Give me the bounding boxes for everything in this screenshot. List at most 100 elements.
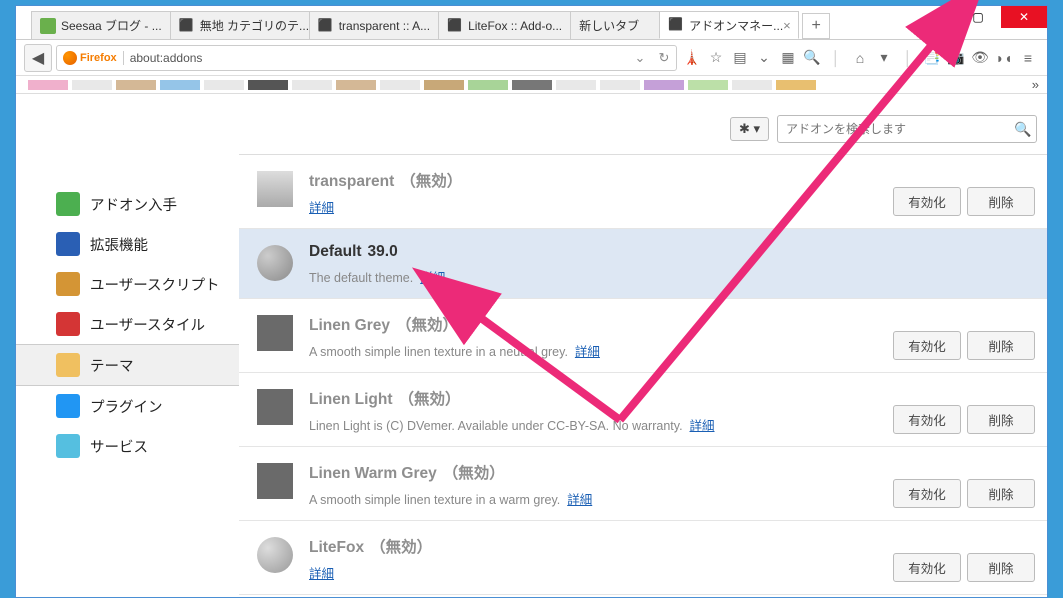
- favicon-seesaa: [40, 18, 56, 34]
- remove-button[interactable]: 削除: [967, 479, 1035, 508]
- eye-icon[interactable]: 👁: [969, 47, 991, 69]
- tab-0[interactable]: Seesaa ブログ - ...: [31, 11, 171, 39]
- search-icon[interactable]: 🔍: [1010, 121, 1036, 138]
- theme-status: （無効）: [396, 313, 458, 335]
- details-link[interactable]: 詳細: [309, 201, 334, 215]
- details-link[interactable]: 詳細: [420, 271, 445, 285]
- bookmark-17[interactable]: [776, 80, 816, 90]
- theme-item[interactable]: LiteFox（無効）詳細有効化削除: [239, 521, 1047, 595]
- bookmark-9[interactable]: [424, 80, 464, 90]
- category-icon: [56, 192, 80, 216]
- bookmark-12[interactable]: [556, 80, 596, 90]
- reload-icon[interactable]: ↻: [652, 50, 676, 66]
- tab-close-icon[interactable]: ×: [783, 18, 791, 33]
- remove-button[interactable]: 削除: [967, 553, 1035, 582]
- down-icon[interactable]: ▾: [873, 47, 895, 69]
- bookmark-4[interactable]: [204, 80, 244, 90]
- enable-button[interactable]: 有効化: [893, 405, 961, 434]
- url-input[interactable]: [124, 51, 628, 65]
- enable-button[interactable]: 有効化: [893, 479, 961, 508]
- theme-name: Linen Warm Grey: [309, 465, 437, 483]
- theme-name: Default: [309, 243, 362, 261]
- home-icon[interactable]: ⌂: [849, 47, 871, 69]
- enable-button[interactable]: 有効化: [893, 553, 961, 582]
- theme-buttons: 有効化削除: [893, 535, 1035, 582]
- mask-icon[interactable]: ◗◖: [993, 47, 1015, 69]
- tab-3[interactable]: ⬛LiteFox :: Add-o...: [438, 11, 571, 39]
- remove-button[interactable]: 削除: [967, 187, 1035, 216]
- theme-thumbnail: [257, 463, 293, 499]
- tab-5[interactable]: ⬛アドオンマネー...×: [659, 11, 799, 39]
- bookmark-10[interactable]: [468, 80, 508, 90]
- firefox-icon: [63, 51, 77, 65]
- remove-button[interactable]: 削除: [967, 405, 1035, 434]
- star-icon[interactable]: ☆: [705, 47, 727, 69]
- back-button[interactable]: ◀: [24, 44, 52, 72]
- grid-icon[interactable]: ▦: [777, 47, 799, 69]
- theme-item[interactable]: Linen Light（無効）Linen Light is (C) DVemer…: [239, 373, 1047, 447]
- bookmark-14[interactable]: [644, 80, 684, 90]
- camera-icon[interactable]: 📷: [945, 47, 967, 69]
- tools-menu-button[interactable]: ✱ ▾: [730, 117, 769, 141]
- category-pl[interactable]: プラグイン: [16, 386, 239, 426]
- theme-item[interactable]: Linen Grey（無効）A smooth simple linen text…: [239, 299, 1047, 373]
- bookmark-7[interactable]: [336, 80, 376, 90]
- theme-item[interactable]: Default39.0The default theme. 詳細: [239, 229, 1047, 299]
- theme-item[interactable]: Linen Warm Grey（無効）A smooth simple linen…: [239, 447, 1047, 521]
- bookmark-15[interactable]: [688, 80, 728, 90]
- details-link[interactable]: 詳細: [309, 567, 334, 581]
- bookmark-8[interactable]: [380, 80, 420, 90]
- category-th[interactable]: テーマ: [16, 344, 239, 386]
- category-st[interactable]: ユーザースタイル: [16, 304, 239, 344]
- details-link[interactable]: 詳細: [567, 493, 592, 507]
- dropmarker-icon[interactable]: ⌄: [628, 50, 652, 66]
- bookmarks-overflow-icon[interactable]: »: [1032, 77, 1039, 92]
- details-link[interactable]: 詳細: [575, 345, 600, 359]
- close-button[interactable]: ✕: [1001, 6, 1047, 28]
- window-controls: — ▢ ✕: [909, 6, 1047, 28]
- minimize-button[interactable]: —: [909, 6, 955, 28]
- category-us[interactable]: ユーザースクリプト: [16, 264, 239, 304]
- pocket-icon[interactable]: ⌄: [753, 47, 775, 69]
- enable-button[interactable]: 有効化: [893, 331, 961, 360]
- theme-info: Default39.0The default theme. 詳細: [309, 243, 1035, 286]
- details-link[interactable]: 詳細: [690, 419, 715, 433]
- url-bar[interactable]: Firefox ⌄ ↻: [56, 45, 677, 71]
- new-tab-button[interactable]: +: [802, 13, 830, 39]
- puzzle-icon: ⬛: [447, 18, 463, 34]
- bookmark-1[interactable]: [72, 80, 112, 90]
- theme-item[interactable]: transparent（無効）詳細有効化削除: [239, 155, 1047, 229]
- book2-icon[interactable]: 📑: [921, 47, 943, 69]
- addons-page: アドオン入手拡張機能ユーザースクリプトユーザースタイルテーマプラグインサービス …: [16, 94, 1047, 597]
- theme-buttons: 有効化削除: [893, 387, 1035, 434]
- bookmark-3[interactable]: [160, 80, 200, 90]
- bookmark-6[interactable]: [292, 80, 332, 90]
- bookmark-13[interactable]: [600, 80, 640, 90]
- bookmark-11[interactable]: [512, 80, 552, 90]
- tab-1[interactable]: ⬛無地 カテゴリのテ...: [170, 11, 310, 39]
- menu-icon[interactable]: ≡: [1017, 47, 1039, 69]
- addon-search-box[interactable]: 🔍: [777, 115, 1037, 143]
- category-ext[interactable]: 拡張機能: [16, 224, 239, 264]
- category-sv[interactable]: サービス: [16, 426, 239, 466]
- category-icon: [56, 394, 80, 418]
- theme-name: transparent: [309, 173, 394, 191]
- rss-icon[interactable]: 🗼: [681, 47, 703, 69]
- enable-button[interactable]: 有効化: [893, 187, 961, 216]
- bookmark-2[interactable]: [116, 80, 156, 90]
- main-content: ✱ ▾ 🔍 transparent（無効）詳細有効化削除Default39.0T…: [239, 94, 1047, 597]
- tab-2[interactable]: ⬛transparent :: A...: [309, 11, 439, 39]
- theme-description: Linen Light is (C) DVemer. Available und…: [309, 415, 893, 434]
- bookmark-5[interactable]: [248, 80, 288, 90]
- find-icon[interactable]: 🔍: [801, 47, 823, 69]
- book-icon[interactable]: ▤: [729, 47, 751, 69]
- theme-info: Linen Grey（無効）A smooth simple linen text…: [309, 313, 893, 360]
- bookmark-16[interactable]: [732, 80, 772, 90]
- bookmark-0[interactable]: [28, 80, 68, 90]
- maximize-button[interactable]: ▢: [955, 6, 1001, 28]
- remove-button[interactable]: 削除: [967, 331, 1035, 360]
- tab-4[interactable]: 新しいタブ: [570, 11, 660, 39]
- category-get[interactable]: アドオン入手: [16, 184, 239, 224]
- theme-version: 39.0: [368, 243, 398, 261]
- addon-search-input[interactable]: [778, 122, 1010, 136]
